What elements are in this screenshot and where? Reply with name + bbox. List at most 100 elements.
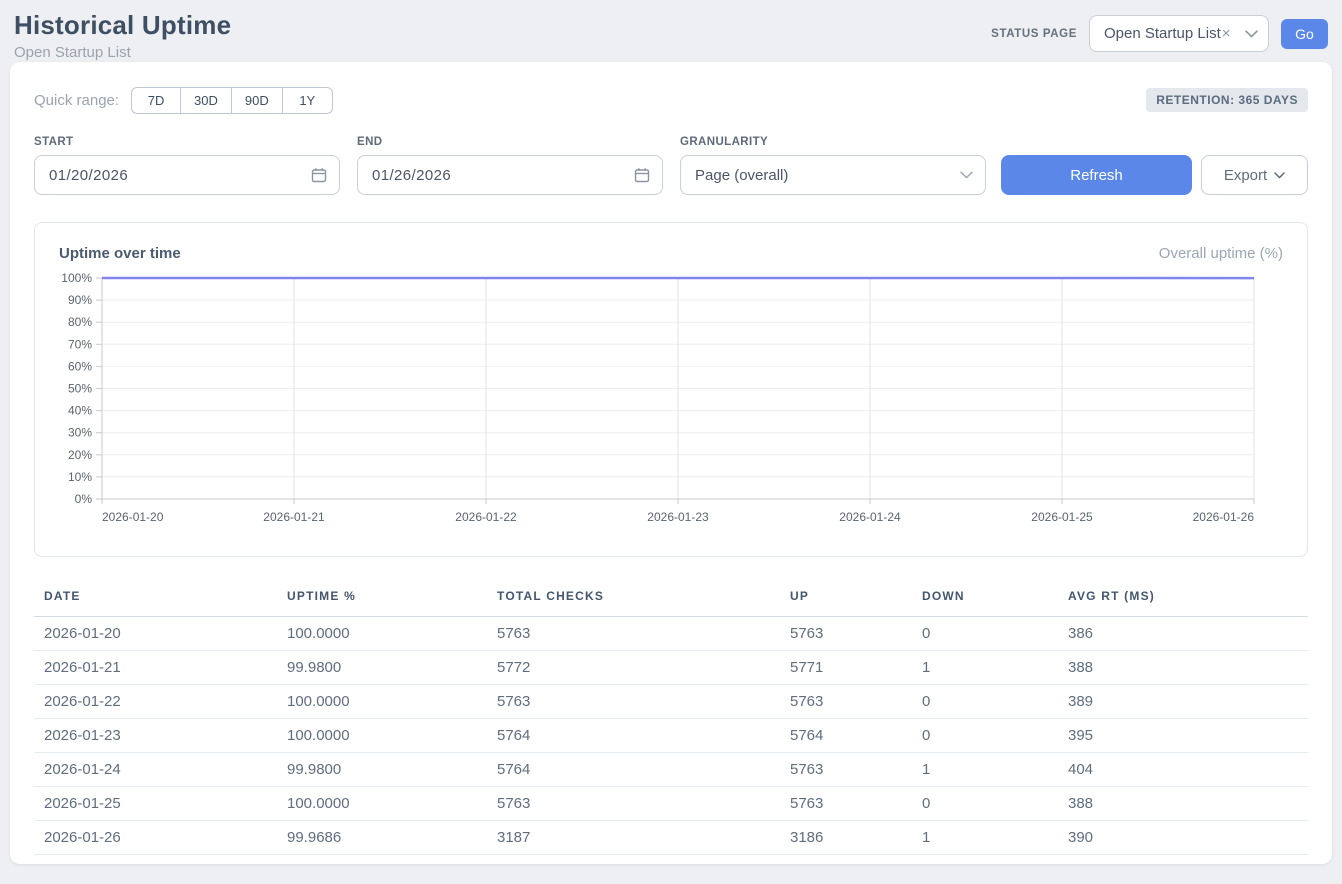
table-cell: 1 <box>912 651 1058 685</box>
refresh-button[interactable]: Refresh <box>1001 155 1192 195</box>
top-header: Historical Uptime Open Startup List STAT… <box>0 0 1342 62</box>
table-cell: 5763 <box>780 787 912 821</box>
chart-legend: Overall uptime (%) <box>1159 245 1283 262</box>
svg-text:2026-01-23: 2026-01-23 <box>647 510 709 524</box>
table-cell: 2026-01-21 <box>34 651 277 685</box>
end-date-input[interactable]: 01/26/2026 <box>357 155 663 195</box>
table-cell: 389 <box>1058 685 1308 719</box>
uptime-line-chart[interactable]: 0%10%20%30%40%50%60%70%80%90%100%2026-01… <box>59 270 1283 530</box>
table-cell: 0 <box>912 787 1058 821</box>
table-cell: 2026-01-20 <box>34 617 277 651</box>
table-cell: 5764 <box>780 719 912 753</box>
svg-text:20%: 20% <box>68 448 92 462</box>
table-header-row: DATEUPTIME %TOTAL CHECKSUPDOWNAVG RT (MS… <box>34 581 1308 617</box>
start-date-value: 01/20/2026 <box>49 167 311 184</box>
table-cell: 388 <box>1058 787 1308 821</box>
start-date-label: START <box>34 136 340 148</box>
table-cell: 390 <box>1058 821 1308 855</box>
svg-text:0%: 0% <box>75 492 93 506</box>
svg-text:2026-01-26: 2026-01-26 <box>1193 510 1255 524</box>
svg-text:90%: 90% <box>68 293 92 307</box>
svg-text:50%: 50% <box>68 382 92 396</box>
table-cell: 395 <box>1058 719 1308 753</box>
table-cell: 2026-01-26 <box>34 821 277 855</box>
column-header: UPTIME % <box>277 581 487 617</box>
table-cell: 3187 <box>487 821 780 855</box>
table-cell: 2026-01-22 <box>34 685 277 719</box>
granularity-selected-value: Page (overall) <box>695 167 960 184</box>
start-date-input[interactable]: 01/20/2026 <box>34 155 340 195</box>
column-header: TOTAL CHECKS <box>487 581 780 617</box>
table-cell: 386 <box>1058 617 1308 651</box>
chart-header: Uptime over time Overall uptime (%) <box>59 245 1283 262</box>
table-cell: 5772 <box>487 651 780 685</box>
table-row: 2026-01-2699.9686318731861390 <box>34 821 1308 855</box>
table-cell: 2026-01-25 <box>34 787 277 821</box>
table-cell: 1 <box>912 753 1058 787</box>
svg-text:2026-01-25: 2026-01-25 <box>1031 510 1093 524</box>
quick-range-row: Quick range: 7D30D90D1Y RETENTION: 365 D… <box>34 86 1308 114</box>
filter-fields-row: START 01/20/2026 END 01/26/2026 GRANULAR… <box>34 136 1308 195</box>
table-row: 2026-01-20100.0000576357630386 <box>34 617 1308 651</box>
svg-text:100%: 100% <box>61 271 92 285</box>
table-cell: 100.0000 <box>277 787 487 821</box>
retention-badge: RETENTION: 365 DAYS <box>1146 88 1308 112</box>
svg-text:2026-01-20: 2026-01-20 <box>102 510 164 524</box>
table-row: 2026-01-2199.9800577257711388 <box>34 651 1308 685</box>
quick-range-group: 7D30D90D1Y <box>131 87 333 114</box>
page-title: Historical Uptime <box>14 10 231 41</box>
table-cell: 404 <box>1058 753 1308 787</box>
table-cell: 5771 <box>780 651 912 685</box>
table-cell: 5763 <box>487 787 780 821</box>
column-header: AVG RT (MS) <box>1058 581 1308 617</box>
table-cell: 5763 <box>780 753 912 787</box>
granularity-label: GRANULARITY <box>680 136 986 148</box>
chevron-down-icon <box>1274 172 1285 179</box>
table-cell: 2026-01-23 <box>34 719 277 753</box>
svg-text:70%: 70% <box>68 337 92 351</box>
quick-range-90d-button[interactable]: 90D <box>232 87 283 114</box>
table-row: 2026-01-23100.0000576457640395 <box>34 719 1308 753</box>
export-button[interactable]: Export <box>1201 155 1308 195</box>
column-header: UP <box>780 581 912 617</box>
svg-text:60%: 60% <box>68 359 92 373</box>
header-controls: STATUS PAGE Open Startup List× Go <box>991 15 1328 52</box>
end-date-group: END 01/26/2026 <box>357 136 663 195</box>
table-cell: 100.0000 <box>277 719 487 753</box>
end-date-value: 01/26/2026 <box>372 167 634 184</box>
quick-range-1y-button[interactable]: 1Y <box>283 87 333 114</box>
table-cell: 3186 <box>780 821 912 855</box>
start-date-group: START 01/20/2026 <box>34 136 340 195</box>
table-cell: 100.0000 <box>277 617 487 651</box>
main-panel: Quick range: 7D30D90D1Y RETENTION: 365 D… <box>10 62 1332 864</box>
calendar-icon[interactable] <box>311 167 327 183</box>
uptime-chart-card: Uptime over time Overall uptime (%) 0% 10… <box>34 222 1308 557</box>
svg-text:30%: 30% <box>68 426 92 440</box>
daily-uptime-table: DATEUPTIME %TOTAL CHECKSUPDOWNAVG RT (MS… <box>34 581 1308 855</box>
column-header: DATE <box>34 581 277 617</box>
quick-range-30d-button[interactable]: 30D <box>181 87 232 114</box>
calendar-icon[interactable] <box>634 167 650 183</box>
clear-selection-icon[interactable]: × <box>1222 25 1231 42</box>
table-row: 2026-01-25100.0000576357630388 <box>34 787 1308 821</box>
status-page-selected-value: Open Startup List <box>1104 25 1221 42</box>
quick-range-7d-button[interactable]: 7D <box>131 87 181 114</box>
granularity-group: GRANULARITY Page (overall) <box>680 136 986 195</box>
table-cell: 99.9800 <box>277 651 487 685</box>
svg-text:10%: 10% <box>68 470 92 484</box>
page-subtitle: Open Startup List <box>14 44 231 61</box>
granularity-select[interactable]: Page (overall) <box>680 155 986 195</box>
column-header: DOWN <box>912 581 1058 617</box>
table-cell: 99.9800 <box>277 753 487 787</box>
export-button-label: Export <box>1224 167 1267 184</box>
go-button[interactable]: Go <box>1281 19 1328 49</box>
table-cell: 388 <box>1058 651 1308 685</box>
table-cell: 0 <box>912 617 1058 651</box>
status-page-label: STATUS PAGE <box>991 28 1077 40</box>
table-cell: 0 <box>912 685 1058 719</box>
status-page-select[interactable]: Open Startup List× <box>1089 15 1269 52</box>
table-cell: 100.0000 <box>277 685 487 719</box>
quick-range-label: Quick range: <box>34 92 119 109</box>
chevron-down-icon <box>960 171 973 179</box>
table-cell: 1 <box>912 821 1058 855</box>
